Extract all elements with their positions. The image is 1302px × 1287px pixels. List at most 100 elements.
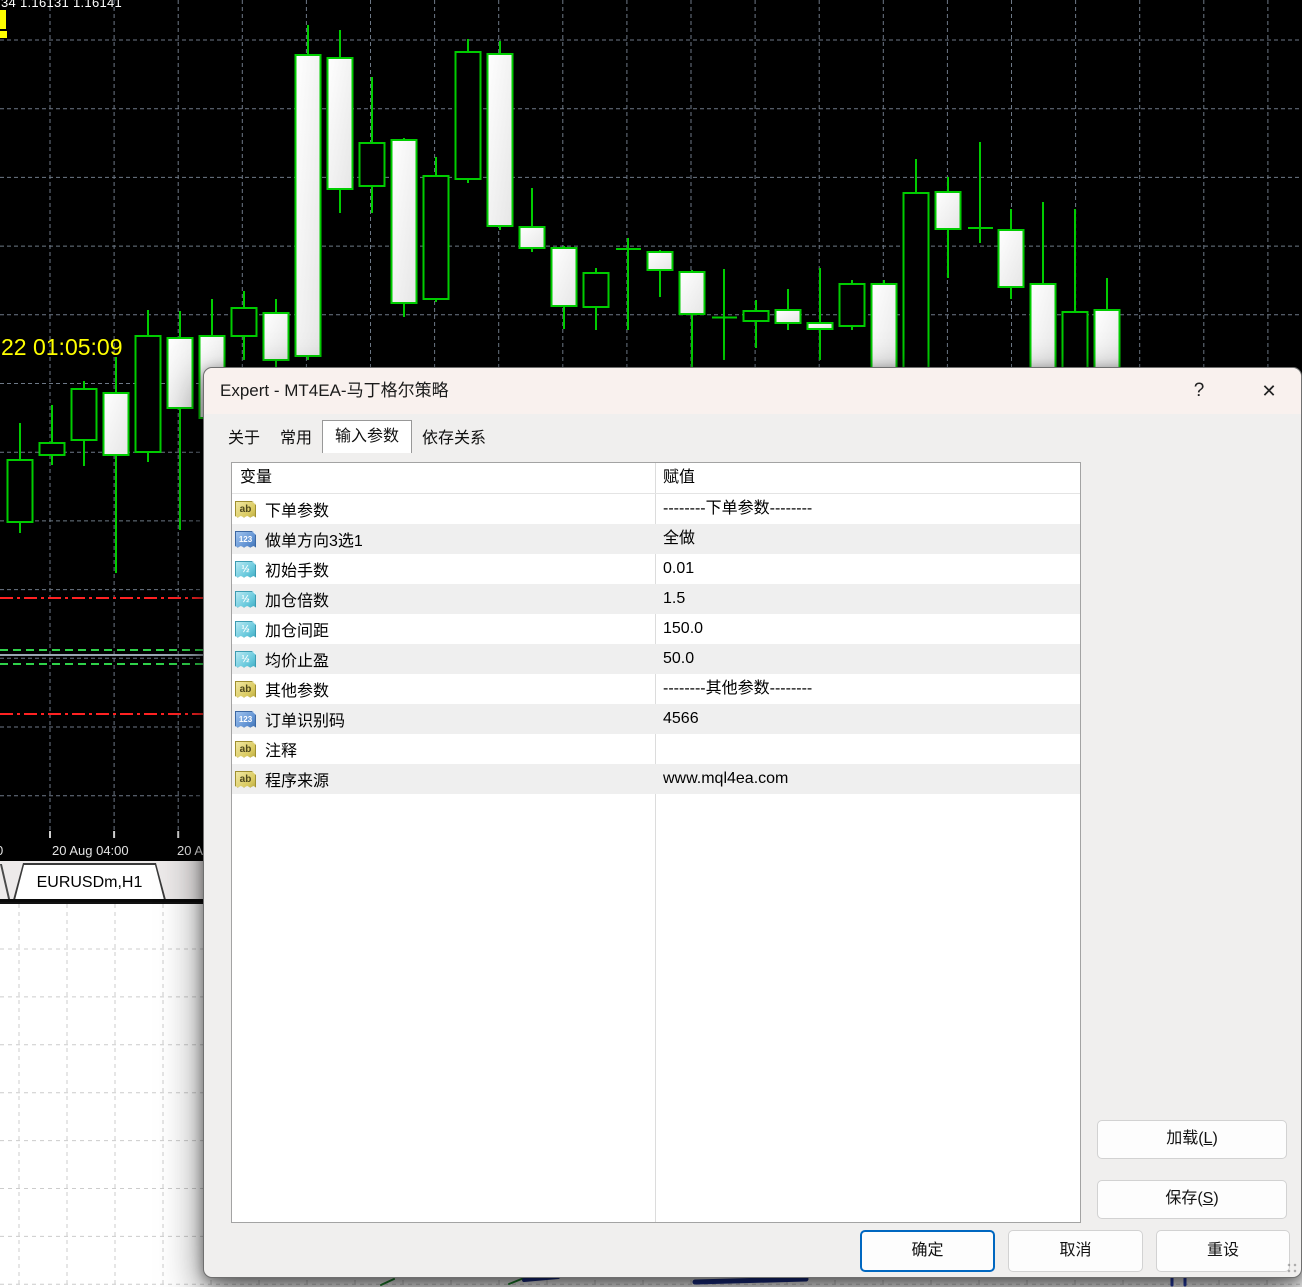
param-name: 订单识别码 <box>265 707 345 731</box>
param-name: 初始手数 <box>265 557 329 581</box>
indicator-fragment <box>695 1279 806 1282</box>
table-row[interactable]: ½ 加仓倍数 1.5 <box>232 584 1080 614</box>
ok-button[interactable]: 确定 <box>860 1230 995 1272</box>
dialog-tab-3[interactable]: 依存关系 <box>412 424 496 453</box>
table-row[interactable]: ab 其他参数 --------其他参数-------- <box>232 674 1080 704</box>
resize-grip[interactable] <box>1287 1263 1298 1274</box>
param-name: 程序来源 <box>265 767 329 791</box>
bull-candle <box>520 227 545 248</box>
indicator-fragment <box>509 1278 524 1284</box>
param-value[interactable]: 50.0 <box>656 644 1080 674</box>
bear-candle <box>584 273 609 307</box>
bear-candle <box>136 336 161 452</box>
partial-neighbor-tab[interactable] <box>0 864 10 899</box>
time-axis-label: 20 A <box>177 843 203 858</box>
close-icon[interactable]: ✕ <box>1246 368 1292 414</box>
bull-candle <box>808 323 833 329</box>
bull-candle <box>648 252 673 270</box>
parameters-table[interactable]: 变量 赋值 ab下单参数--------下单参数--------123做单方向3… <box>231 462 1081 1223</box>
save-button[interactable]: 保存(S) <box>1097 1180 1287 1219</box>
help-button[interactable]: ? <box>1179 368 1219 414</box>
table-rows: ab下单参数--------下单参数--------123做单方向3选1全做½初… <box>232 494 1080 794</box>
dialog-titlebar[interactable]: Expert - MT4EA-马丁格尔策略 ? ✕ <box>204 368 1301 414</box>
param-value[interactable]: 全做 <box>656 524 1080 554</box>
cancel-button[interactable]: 取消 <box>1008 1230 1143 1272</box>
param-name-cell: ab 程序来源 <box>232 764 655 794</box>
ohlc-info-line: 34 1.16131 1.16141 <box>1 0 122 10</box>
metatrader-screen: 34 1.16131 1.16141 22 01:05:09 020 Aug 0… <box>0 0 1302 1287</box>
param-name-cell: ½加仓间距 <box>232 614 655 644</box>
table-row[interactable]: ab 程序来源 www.mql4ea.com <box>232 764 1080 794</box>
integer-param-icon: 123 <box>235 531 256 548</box>
param-value[interactable]: www.mql4ea.com <box>656 764 1080 794</box>
table-row[interactable]: 123 订单识别码 4566 <box>232 704 1080 734</box>
clipped-label-fragment <box>0 31 7 38</box>
param-value[interactable]: 0.01 <box>656 554 1080 584</box>
bull-candle <box>872 284 897 372</box>
dialog-tab-0[interactable]: 关于 <box>218 424 270 453</box>
param-value[interactable]: 150.0 <box>656 614 1080 644</box>
param-name-cell: 123 订单识别码 <box>232 704 655 734</box>
dialog-tab-strip: 关于常用输入参数依存关系 <box>218 424 496 453</box>
bull-candle <box>936 192 961 229</box>
param-name: 均价止盈 <box>265 647 329 671</box>
param-value[interactable]: --------下单参数-------- <box>656 494 1080 524</box>
param-name-cell: ½ 初始手数 <box>232 554 655 584</box>
param-name-cell: ab注释 <box>232 734 655 764</box>
symbol-tab-label: EURUSDm,H1 <box>15 865 164 900</box>
expert-properties-dialog: Expert - MT4EA-马丁格尔策略 ? ✕ 关于常用输入参数依存关系 变… <box>203 367 1302 1278</box>
load-button-label: 加载( <box>1166 1130 1203 1147</box>
bear-candle <box>360 143 385 186</box>
param-name-cell: ab下单参数 <box>232 494 655 524</box>
param-value[interactable]: 1.5 <box>656 584 1080 614</box>
save-button-label-suffix: ) <box>1213 1190 1218 1207</box>
bear-candle <box>8 460 33 522</box>
double-param-icon: ½ <box>235 591 256 608</box>
bear-candle <box>744 311 769 321</box>
integer-param-icon: 123 <box>235 711 256 728</box>
bear-candle <box>456 52 481 179</box>
string-param-icon: ab <box>235 681 256 698</box>
symbol-tab-eurusdm-h1[interactable]: EURUSDm,H1 <box>13 863 166 900</box>
param-name-cell: 123做单方向3选1 <box>232 524 655 554</box>
bear-candle <box>232 308 257 336</box>
candle-countdown-clock: 22 01:05:09 <box>1 334 123 361</box>
clipped-label-fragment <box>0 10 6 29</box>
bull-candle <box>296 55 321 356</box>
param-value[interactable]: --------其他参数-------- <box>656 674 1080 704</box>
param-name: 其他参数 <box>265 677 329 701</box>
param-name-cell: ½ 加仓倍数 <box>232 584 655 614</box>
table-row[interactable]: ½ 初始手数 0.01 <box>232 554 1080 584</box>
param-name: 下单参数 <box>265 497 329 521</box>
dialog-tab-2[interactable]: 输入参数 <box>322 420 412 453</box>
load-button[interactable]: 加载(L) <box>1097 1120 1287 1159</box>
table-row[interactable]: ½ 均价止盈 50.0 <box>232 644 1080 674</box>
table-header: 变量 赋值 <box>232 463 1080 494</box>
table-row[interactable]: ab注释 <box>232 734 1080 764</box>
bull-candle <box>488 54 513 226</box>
double-param-icon: ½ <box>235 561 256 578</box>
table-row[interactable]: 123做单方向3选1全做 <box>232 524 1080 554</box>
bull-candle <box>264 313 289 360</box>
param-value[interactable] <box>656 734 1080 764</box>
reset-button[interactable]: 重设 <box>1156 1230 1290 1272</box>
bull-candle <box>392 140 417 303</box>
bull-candle <box>1095 310 1120 372</box>
param-name-cell: ½ 均价止盈 <box>232 644 655 674</box>
bull-candle <box>168 338 193 408</box>
bull-candle <box>680 272 705 314</box>
bear-candle <box>904 193 929 372</box>
double-param-icon: ½ <box>235 651 256 668</box>
table-row[interactable]: ½加仓间距150.0 <box>232 614 1080 644</box>
param-name: 注释 <box>265 737 297 761</box>
param-name: 加仓倍数 <box>265 587 329 611</box>
load-button-label-suffix: ) <box>1212 1130 1217 1147</box>
table-row[interactable]: ab下单参数--------下单参数-------- <box>232 494 1080 524</box>
bear-candle <box>40 443 65 455</box>
dialog-title: Expert - MT4EA-马丁格尔策略 <box>220 368 449 414</box>
dialog-tab-1[interactable]: 常用 <box>270 424 322 453</box>
param-value[interactable]: 4566 <box>656 704 1080 734</box>
bear-candle <box>840 284 865 326</box>
column-header-value: 赋值 <box>663 463 695 493</box>
string-param-icon: ab <box>235 771 256 788</box>
